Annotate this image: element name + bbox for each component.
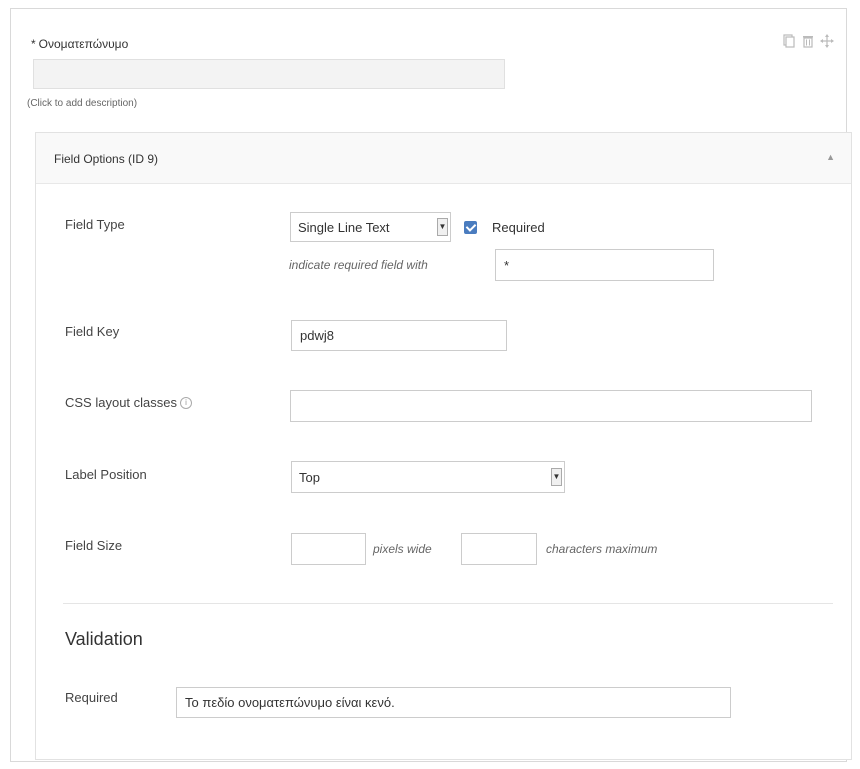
css-classes-label: CSS layout classes i: [65, 395, 192, 410]
label-position-label: Label Position: [65, 467, 147, 482]
field-type-label: Field Type: [65, 217, 125, 232]
section-divider: [63, 603, 833, 604]
duplicate-icon[interactable]: [782, 34, 796, 48]
field-label-text: Ονοματεπώνυμο: [38, 37, 129, 51]
validation-required-label: Required: [65, 690, 118, 705]
trash-icon[interactable]: [801, 34, 815, 48]
field-type-value: Single Line Text: [298, 219, 390, 235]
field-options-title: Field Options (ID 9): [54, 152, 159, 166]
validation-required-message: Το πεδίο ονοματεπώνυμο είναι κενό.: [185, 695, 395, 710]
validation-required-message-input[interactable]: Το πεδίο ονοματεπώνυμο είναι κενό.: [176, 687, 731, 718]
pixels-wide-note: pixels wide: [373, 542, 432, 556]
info-icon[interactable]: i: [180, 397, 192, 409]
required-checkbox-label[interactable]: Required: [492, 220, 545, 235]
label-position-select[interactable]: Top ▼: [291, 461, 565, 493]
label-position-value: Top: [299, 469, 320, 485]
required-star: *: [31, 37, 36, 51]
field-type-select[interactable]: Single Line Text ▼: [290, 212, 451, 242]
field-key-input[interactable]: pdwj8: [291, 320, 507, 351]
required-indicator-input[interactable]: *: [495, 249, 714, 281]
description-hint[interactable]: (Click to add description): [27, 98, 137, 109]
field-size-chars-input[interactable]: [461, 533, 537, 565]
field-size-label: Field Size: [65, 538, 123, 553]
field-key-label: Field Key: [65, 324, 120, 339]
required-indicator-value: *: [504, 257, 510, 273]
field-options-panel: Field Options (ID 9) ▲ Field Type Single…: [35, 132, 852, 760]
chevron-down-icon: ▼: [551, 468, 562, 486]
css-classes-label-text: CSS layout classes: [65, 395, 177, 410]
field-options-header[interactable]: Field Options (ID 9) ▲: [36, 133, 851, 184]
required-checkbox[interactable]: [464, 221, 477, 234]
field-actions: [782, 34, 834, 48]
move-icon[interactable]: [820, 34, 834, 48]
field-key-value: pdwj8: [300, 328, 334, 343]
chevron-down-icon: ▼: [437, 218, 448, 236]
field-container: * Ονοματεπώνυμο (Click to add description…: [10, 8, 852, 762]
field-size-pixels-input[interactable]: [291, 533, 366, 565]
field-label[interactable]: * Ονοματεπώνυμο: [31, 37, 128, 51]
characters-maximum-note: characters maximum: [546, 542, 658, 556]
css-classes-input[interactable]: [290, 390, 812, 422]
field-preview-input[interactable]: [33, 59, 505, 89]
collapse-icon[interactable]: ▲: [826, 152, 835, 162]
validation-title: Validation: [65, 629, 143, 649]
required-indicator-note: indicate required field with: [289, 258, 428, 272]
